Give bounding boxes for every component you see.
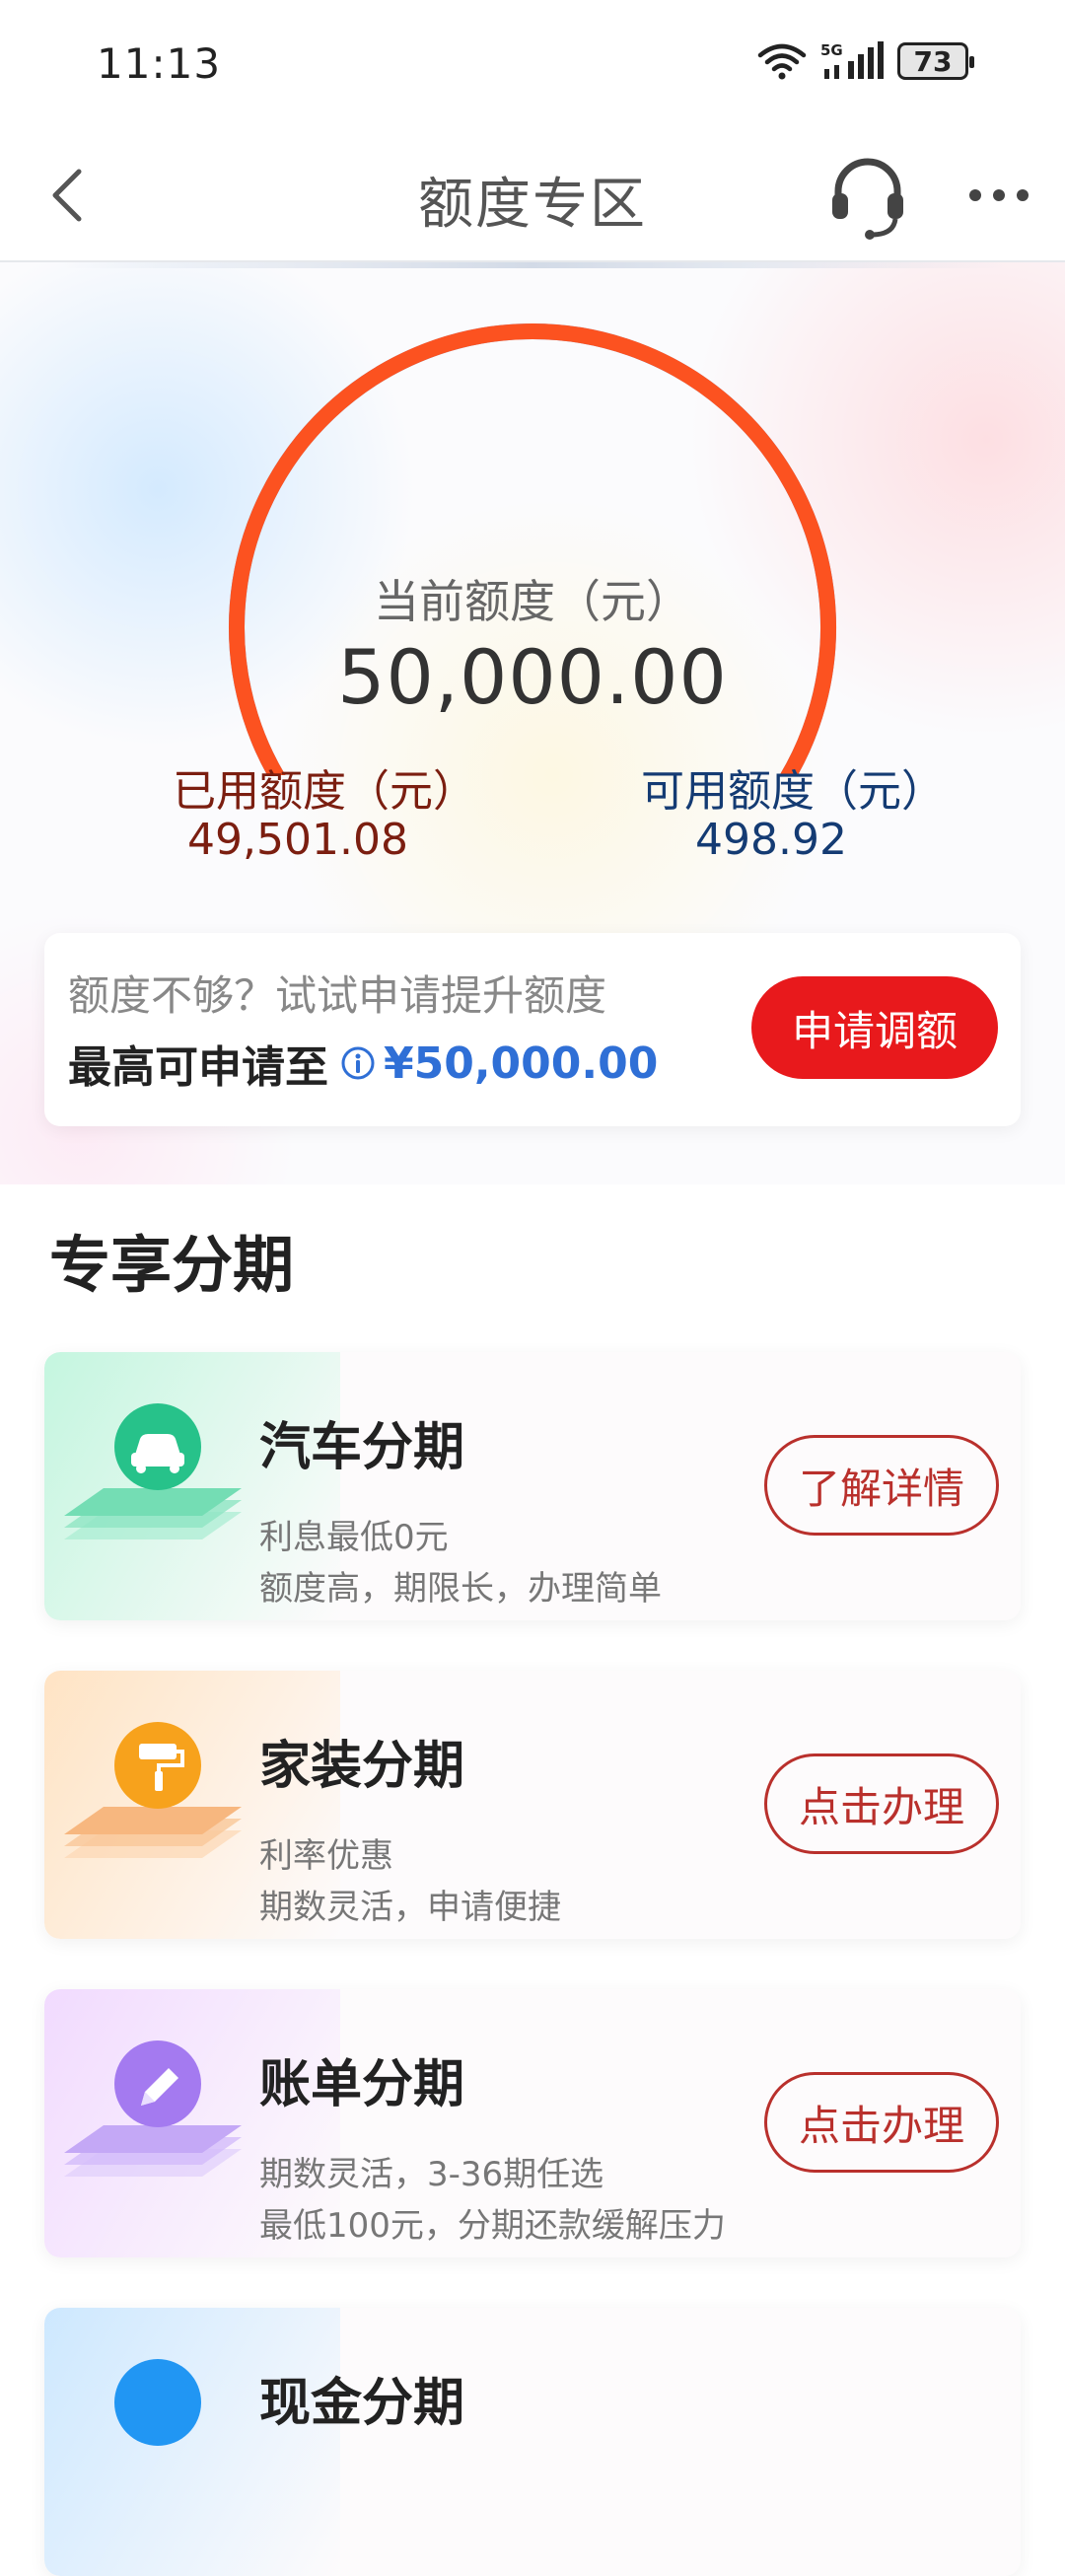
- status-icons: 5G 73: [757, 41, 974, 81]
- current-limit-value: 50,000.00: [337, 633, 728, 721]
- car-icon: [64, 1403, 242, 1539]
- product-desc-primary: 利息最低0元: [259, 1518, 449, 1557]
- product-title: 汽车分期: [259, 1418, 465, 1477]
- apply-now-button[interactable]: 点击办理: [764, 2072, 999, 2173]
- product-desc-primary: 利率优惠: [259, 1836, 393, 1876]
- used-limit-label: 已用额度（元）: [173, 766, 476, 817]
- product-card-home-decor-installment[interactable]: 家装分期 利率优惠 期数灵活，申请便捷 点击办理: [44, 1671, 1021, 1939]
- product-card-bill-installment[interactable]: 账单分期 期数灵活，3-36期任选 最低100元，分期还款缓解压力 点击办理: [44, 1989, 1021, 2257]
- battery-level: 73: [913, 44, 953, 78]
- raise-limit-card: 额度不够？试试申请提升额度 最高可申请至 ¥50,000.00 申请调额: [44, 933, 1021, 1126]
- current-limit-label: 当前额度（元）: [374, 575, 691, 628]
- max-limit-value: ¥50,000.00: [384, 1038, 659, 1089]
- product-card-cash-installment[interactable]: 现金分期: [44, 2308, 1021, 2576]
- network-type-label: 5G: [820, 41, 843, 59]
- product-desc-secondary: 最低100元，分期还款缓解压力: [259, 2206, 726, 2246]
- wifi-icon: [757, 43, 807, 80]
- product-desc-primary: 期数灵活，3-36期任选: [259, 2155, 604, 2194]
- signal-5g-icon: 5G: [820, 41, 884, 79]
- product-card-car-installment[interactable]: 汽车分期 利息最低0元 额度高，期限长，办理简单 了解详情: [44, 1352, 1021, 1620]
- more-icon[interactable]: [966, 178, 1031, 213]
- paint-roller-icon: [64, 1722, 242, 1858]
- header-bar: 额度专区: [0, 128, 1065, 262]
- max-limit-label: 最高可申请至: [68, 1042, 328, 1093]
- learn-more-button[interactable]: 了解详情: [764, 1435, 999, 1536]
- product-title: 现金分期: [259, 2374, 465, 2433]
- pen-icon: [64, 2040, 242, 2177]
- info-icon[interactable]: [340, 1045, 376, 1081]
- product-desc-secondary: 期数灵活，申请便捷: [259, 1888, 561, 1927]
- headset-icon[interactable]: [826, 152, 909, 241]
- status-time: 11:13: [97, 39, 222, 88]
- apply-raise-button[interactable]: 申请调额: [751, 976, 998, 1079]
- available-limit-label: 可用额度（元）: [641, 766, 945, 817]
- cash-icon: [114, 2359, 201, 2446]
- battery-icon: 73: [897, 42, 974, 80]
- apply-now-button[interactable]: 点击办理: [764, 1753, 999, 1854]
- product-title: 家装分期: [259, 1737, 465, 1796]
- credit-limit-hero: 当前额度（元） 50,000.00 已用额度（元） 49,501.08 可用额度…: [0, 262, 1065, 1184]
- max-limit-line: 最高可申请至 ¥50,000.00: [68, 1032, 658, 1095]
- credit-gauge: 当前额度（元） 50,000.00: [217, 322, 848, 818]
- section-title: 专享分期: [49, 1229, 295, 1301]
- product-desc-secondary: 额度高，期限长，办理简单: [259, 1569, 662, 1609]
- product-title: 账单分期: [259, 2055, 465, 2114]
- status-bar: 11:13 5G 73: [0, 0, 1065, 128]
- raise-limit-hint: 额度不够？试试申请提升额度: [68, 971, 607, 1020]
- available-limit-value: 498.92: [695, 815, 847, 865]
- used-limit-value: 49,501.08: [187, 815, 408, 865]
- hero-divider: [59, 262, 1006, 268]
